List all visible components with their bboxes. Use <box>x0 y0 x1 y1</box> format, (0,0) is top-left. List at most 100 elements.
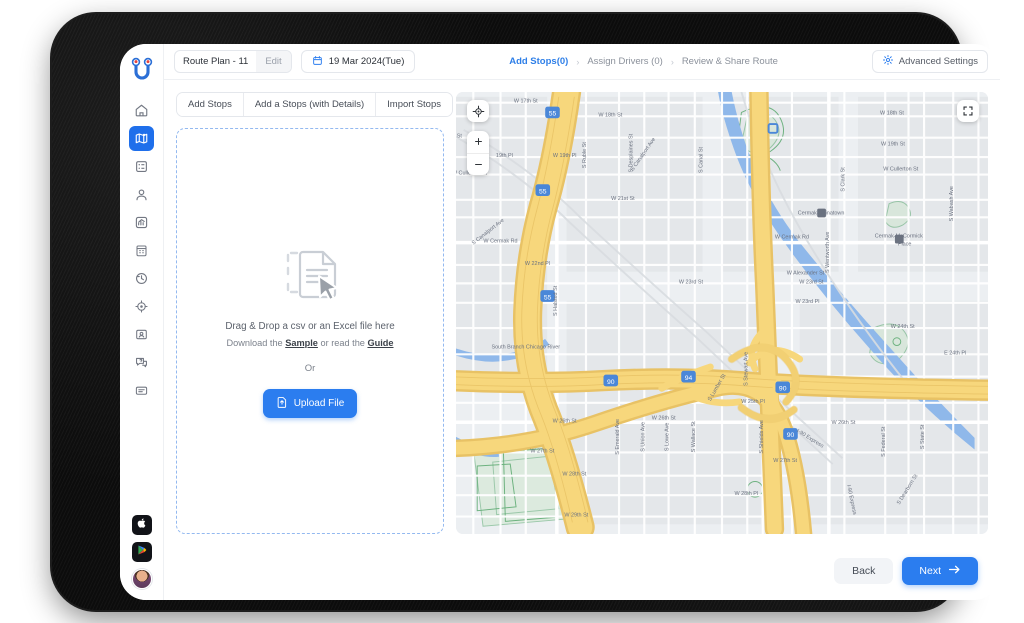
guide-link[interactable]: Guide <box>367 338 393 348</box>
map-label: W 17th St <box>514 99 538 105</box>
breadcrumb: Add Stops(0) › Assign Drivers (0) › Revi… <box>424 56 862 67</box>
svg-text:90: 90 <box>779 386 787 393</box>
map-label: W 27th St <box>530 448 554 454</box>
map-label: S Stewart Ave <box>743 352 749 386</box>
map-label: W 24th St <box>891 324 915 330</box>
map-label: W Cullerton St <box>883 167 919 173</box>
stops-panel: Add Stops Add a Stops (with Details) Imp… <box>164 80 454 550</box>
breadcrumb-step-review-share[interactable]: Review & Share Route <box>682 56 778 67</box>
dropzone-sub-prefix: Download the <box>226 338 286 348</box>
advanced-settings-label: Advanced Settings <box>898 56 978 67</box>
google-play-badge[interactable] <box>131 542 152 562</box>
history-clock-icon <box>134 271 149 286</box>
tab-add-stop-details[interactable]: Add a Stops (with Details) <box>243 93 377 116</box>
file-upload-icon <box>276 396 288 411</box>
contact-card-icon <box>134 327 149 342</box>
map-label: W 18th St <box>880 110 904 116</box>
map-label: E 24th Pl <box>944 350 966 356</box>
main-area: Route Plan - 11 Edit 19 Mar 2024(Tue) Ad… <box>164 44 1000 600</box>
map-label: S Desplaines St <box>629 133 635 172</box>
breadcrumb-step-assign-drivers[interactable]: Assign Drivers (0) <box>587 56 663 67</box>
sidebar-item-tracking[interactable] <box>129 294 154 319</box>
map-label: S Wabash Ave <box>949 186 955 221</box>
map-label: W 23rd St <box>679 279 704 285</box>
map-locate-button[interactable] <box>467 100 489 122</box>
date-picker[interactable]: 19 Mar 2024(Tue) <box>300 50 416 73</box>
map-label: S Canal St <box>699 147 705 173</box>
next-button[interactable]: Next <box>902 557 978 585</box>
wizard-footer: Back Next <box>164 550 1000 600</box>
device-frame: Route Plan - 11 Edit 19 Mar 2024(Tue) Ad… <box>52 14 1000 610</box>
map-label: S Wallace St <box>691 421 697 452</box>
gear-icon <box>882 54 894 69</box>
advanced-settings-button[interactable]: Advanced Settings <box>871 50 988 73</box>
map-zoom-out-button[interactable] <box>467 154 489 176</box>
map-label: W 19th St <box>881 141 905 147</box>
back-button[interactable]: Back <box>834 558 894 584</box>
next-button-label: Next <box>919 565 941 577</box>
map-label: S Federal St <box>881 426 887 457</box>
map-label: W 22nd Pl <box>525 261 550 267</box>
tab-import-stops[interactable]: Import Stops <box>376 93 452 116</box>
tab-add-stops[interactable]: Add Stops <box>177 93 244 116</box>
analytics-chart-icon <box>134 215 149 230</box>
sidebar-item-drivers[interactable] <box>129 182 154 207</box>
app-store-badge[interactable] <box>131 515 152 535</box>
map-canvas: 55 55 55 90 94 90 90 W 17th StW 18th St … <box>456 92 988 534</box>
route-map[interactable]: 55 55 55 90 94 90 90 W 17th St W 18th St… <box>456 92 988 534</box>
map-label: S Ruble St <box>582 142 588 168</box>
map-label: W 26th St <box>652 415 676 421</box>
map-label: Place <box>898 241 912 247</box>
breadcrumb-separator: › <box>576 56 580 67</box>
route-pin-logo-icon[interactable] <box>128 56 156 84</box>
map-label: W 21st St <box>611 196 635 202</box>
map-label: W 26th St <box>831 420 855 426</box>
locate-crosshair-icon <box>472 105 485 118</box>
file-dropzone[interactable]: Drag & Drop a csv or an Excel file here … <box>176 128 444 534</box>
map-label: W 28th St <box>562 472 586 478</box>
target-crosshair-icon <box>134 299 149 314</box>
map-label: W 19th Pl <box>553 153 577 159</box>
svg-text:94: 94 <box>685 375 693 382</box>
apple-appstore-icon <box>136 516 148 534</box>
svg-text:55: 55 <box>539 188 547 195</box>
map-zoom-in-button[interactable] <box>467 131 489 154</box>
content-body: Add Stops Add a Stops (with Details) Imp… <box>164 80 1000 550</box>
map-label: Cermak-McCormick <box>875 234 923 240</box>
map-label: W Cermak Rd <box>483 239 517 245</box>
sidebar-item-analytics[interactable] <box>129 210 154 235</box>
map-label: S Lowe Ave <box>665 423 671 452</box>
map-label: W 23rd St <box>799 279 824 285</box>
building-icon <box>134 243 149 258</box>
sample-link[interactable]: Sample <box>285 338 318 348</box>
map-label: Cermak-Chinatown <box>798 210 845 216</box>
sidebar-item-tasks[interactable] <box>129 154 154 179</box>
sidebar-item-organization[interactable] <box>129 238 154 263</box>
user-avatar[interactable] <box>131 569 152 589</box>
stops-tab-group: Add Stops Add a Stops (with Details) Imp… <box>176 92 453 117</box>
edit-plan-button[interactable]: Edit <box>256 51 291 72</box>
svg-text:90: 90 <box>607 379 615 386</box>
date-value: 19 Mar 2024(Tue) <box>328 56 405 67</box>
sidebar-item-help[interactable] <box>129 350 154 375</box>
sidebar-item-contacts[interactable] <box>129 322 154 347</box>
upload-file-button[interactable]: Upload File <box>262 389 358 418</box>
breadcrumb-step-add-stops[interactable]: Add Stops(0) <box>509 56 568 67</box>
message-icon <box>134 383 149 398</box>
svg-text:55: 55 <box>549 111 557 118</box>
calendar-icon <box>312 55 323 69</box>
map-label: W 18th St <box>598 112 622 118</box>
map-label: S Wentworth Ave <box>825 232 831 274</box>
map-label: W 23rd Pl <box>796 299 820 305</box>
help-chat-icon <box>134 355 149 370</box>
svg-text:55: 55 <box>544 294 552 301</box>
sidebar-item-history[interactable] <box>129 266 154 291</box>
map-label: W 28th Pl <box>734 491 758 497</box>
sidebar-item-home[interactable] <box>129 98 154 123</box>
sidebar-item-messages[interactable] <box>129 378 154 403</box>
breadcrumb-separator: › <box>670 56 674 67</box>
arrow-right-icon <box>948 564 961 578</box>
map-fullscreen-button[interactable] <box>957 100 979 122</box>
sidebar <box>120 44 164 600</box>
sidebar-item-routes[interactable] <box>129 126 154 151</box>
